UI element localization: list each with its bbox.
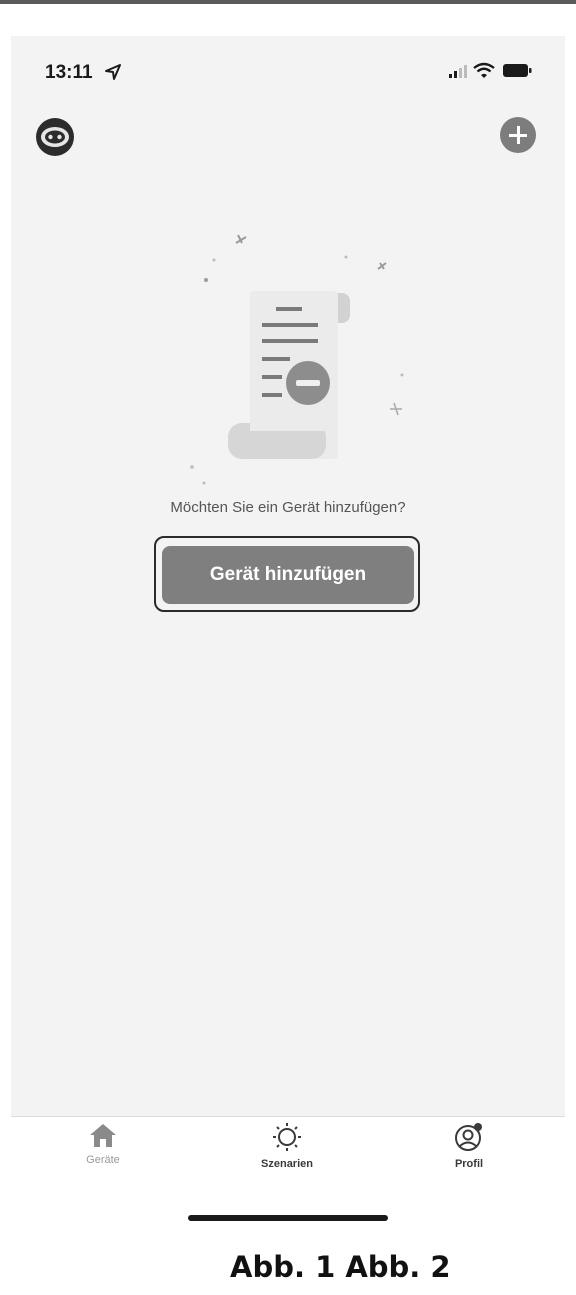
home-indicator xyxy=(188,1215,388,1221)
tab-profil-label: Profil xyxy=(454,1158,484,1170)
profile-icon xyxy=(455,1123,482,1151)
location-arrow-icon xyxy=(105,64,121,80)
tab-geraete[interactable]: Geräte xyxy=(48,1122,158,1166)
add-device-button[interactable]: Gerät hinzufügen xyxy=(162,546,414,604)
signal-icon xyxy=(449,65,467,78)
empty-state-prompt: Möchten Sie ein Gerät hinzufügen? xyxy=(170,499,406,516)
tab-profil[interactable]: Profil xyxy=(414,1122,524,1170)
plus-circle-icon[interactable] xyxy=(500,117,536,153)
document-minus-illustration xyxy=(190,234,404,485)
top-border xyxy=(0,0,576,4)
figure-caption: Abb. 1 Abb. 2 xyxy=(230,1250,451,1284)
tab-bar-divider xyxy=(11,1116,565,1117)
tab-szenarien-label: Szenarien xyxy=(261,1158,313,1170)
tab-szenarien[interactable]: Szenarien xyxy=(232,1122,342,1170)
robot-avatar-icon[interactable] xyxy=(29,117,81,159)
status-time: 13:11 xyxy=(45,62,93,83)
tab-geraete-label: Geräte xyxy=(86,1154,120,1166)
home-icon xyxy=(90,1124,116,1147)
sun-icon xyxy=(273,1123,301,1151)
wifi-icon xyxy=(473,62,495,78)
battery-icon xyxy=(503,64,532,77)
